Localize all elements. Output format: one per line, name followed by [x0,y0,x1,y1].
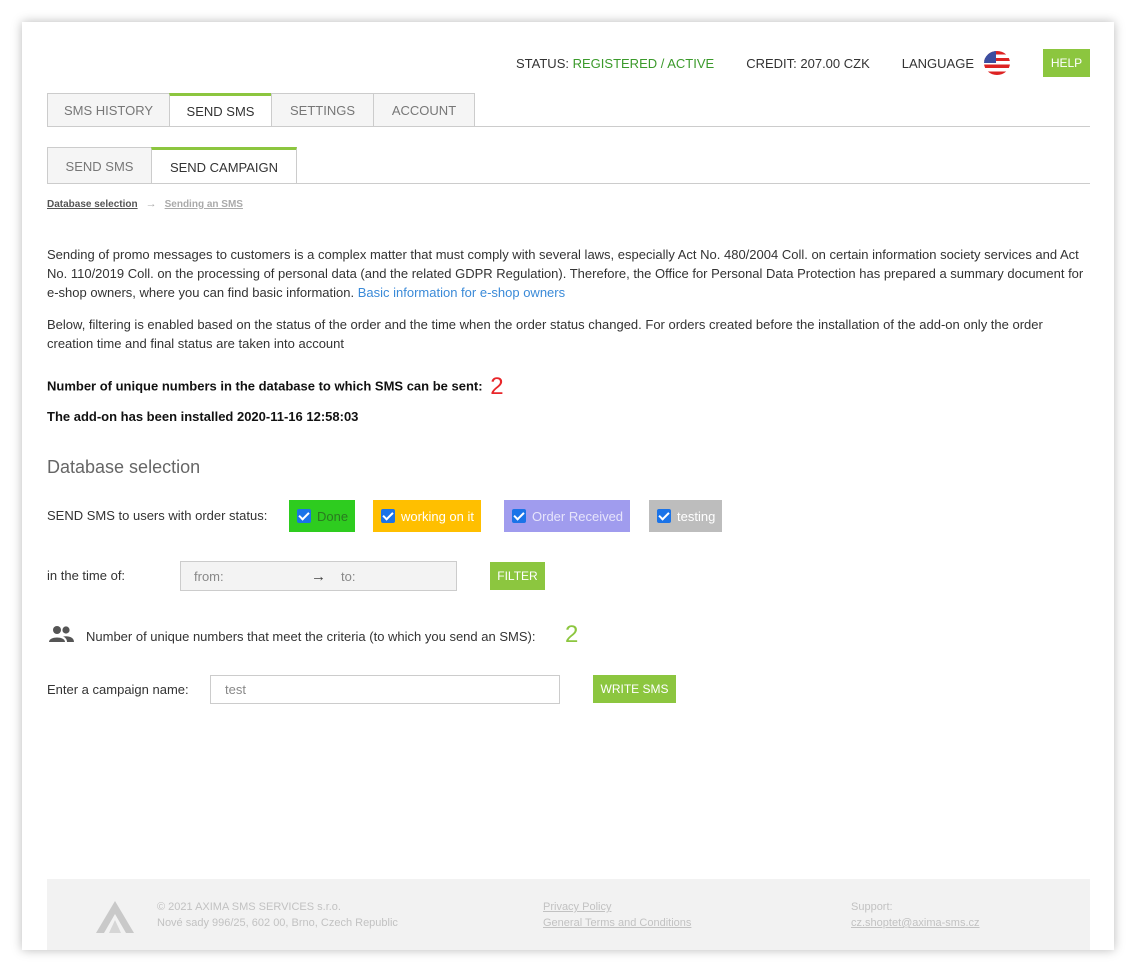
arrow-right-icon: → [311,567,326,585]
footer-company: © 2021 AXIMA SMS SERVICES s.r.o. Nové sa… [157,901,398,929]
campaign-name-label: Enter a campaign name: [47,682,189,697]
sub-tabs-divider [47,183,1090,184]
date-to-field[interactable]: to: [341,569,355,584]
subtab-send-sms[interactable]: SEND SMS [47,147,152,184]
intro-paragraph: Sending of promo messages to customers i… [47,247,1084,300]
status-value: REGISTERED / ACTIVE [572,55,715,71]
write-sms-button[interactable]: WRITE SMS [593,675,676,703]
date-from-field[interactable]: from: [194,569,311,584]
tab-sms-history[interactable]: SMS HISTORY [47,93,170,127]
criteria-count: 2 [565,621,579,648]
credit-balance: CREDIT: 207.00 CZK [746,55,870,71]
unique-numbers-line: Number of unique numbers in the database… [47,373,504,400]
terms-link[interactable]: General Terms and Conditions [543,915,691,931]
tab-account[interactable]: ACCOUNT [373,93,475,127]
campaign-name-input[interactable]: test [210,675,560,704]
us-flag-icon[interactable] [984,51,1010,75]
breadcrumb-sending-sms[interactable]: Sending an SMS [165,199,243,210]
breadcrumb-database-selection[interactable]: Database selection [47,199,138,210]
order-status-label: SEND SMS to users with order status: [47,508,268,523]
checkbox-checked-icon[interactable] [657,509,671,523]
language-label: LANGUAGE [901,55,974,71]
checkbox-checked-icon[interactable] [297,509,311,523]
section-title: Database selection [47,457,201,477]
main-tabs-divider [47,126,1090,127]
status-chip-done[interactable]: Done [289,500,356,532]
tab-send-sms[interactable]: SEND SMS [169,93,272,126]
account-status: STATUS: REGISTERED / ACTIVE [516,55,715,71]
help-button[interactable]: HELP [1043,49,1090,77]
status-chip-order-received[interactable]: Order Received [504,500,631,532]
date-range-input[interactable]: from: → to: [180,561,457,591]
support-email-link[interactable]: cz.shoptet@axima-sms.cz [851,915,980,931]
tab-settings[interactable]: SETTINGS [271,93,374,127]
status-chip-working[interactable]: working on it [373,500,481,532]
sub-tabs: SEND SMS SEND CAMPAIGN [47,147,297,184]
unique-numbers-count: 2 [490,373,504,400]
filter-button[interactable]: FILTER [490,562,545,590]
filter-note: Below, filtering is enabled based on the… [47,317,1043,351]
breadcrumb: Database selection → Sending an SMS [47,198,243,210]
status-chip-testing[interactable]: testing [649,500,723,532]
arrow-right-icon: → [145,198,157,210]
users-icon [49,626,74,642]
privacy-policy-link[interactable]: Privacy Policy [543,899,691,915]
main-tabs: SMS HISTORY SEND SMS SETTINGS ACCOUNT [47,93,475,127]
checkbox-checked-icon[interactable] [381,509,395,523]
footer-support: Support: cz.shoptet@axima-sms.cz [851,901,980,931]
footer-links: Privacy Policy General Terms and Conditi… [543,899,691,931]
app-window: STATUS: REGISTERED / ACTIVE CREDIT: 207.… [22,22,1114,950]
status-bar: STATUS: REGISTERED / ACTIVE CREDIT: 207.… [516,49,1090,77]
footer: © 2021 AXIMA SMS SERVICES s.r.o. Nové sa… [47,879,1090,950]
criteria-label: Number of unique numbers that meet the c… [86,629,536,644]
subtab-send-campaign[interactable]: SEND CAMPAIGN [151,147,297,184]
axima-logo-icon [96,901,134,933]
time-filter-label: in the time of: [47,568,126,583]
install-date: The add-on has been installed 2020-11-16… [47,409,359,424]
shop-owners-info-link[interactable]: Basic information for e-shop owners [358,285,565,300]
checkbox-checked-icon[interactable] [512,509,526,523]
